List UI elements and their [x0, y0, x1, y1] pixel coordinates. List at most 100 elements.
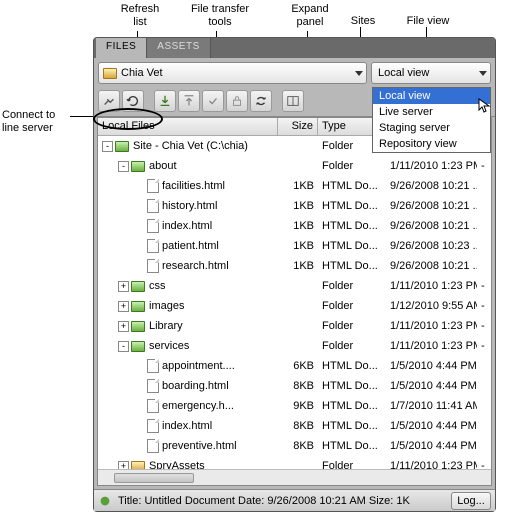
file-name: images: [149, 300, 184, 312]
table-row[interactable]: +LibraryFolder1/11/2010 1:23 PM-: [98, 316, 491, 336]
table-row[interactable]: emergency.h...9KBHTML Do...1/7/2010 11:4…: [98, 396, 491, 416]
expand-icon[interactable]: +: [118, 461, 129, 470]
cell-size: 1KB: [278, 240, 318, 252]
col-header-size[interactable]: Size: [278, 118, 318, 135]
col-header-name[interactable]: Local Files: [98, 118, 278, 135]
collapse-icon[interactable]: -: [118, 341, 129, 352]
cell-check: -: [477, 340, 491, 352]
expand-icon[interactable]: +: [118, 321, 129, 332]
cell-mod: 1/5/2010 4:44 PM: [386, 440, 477, 452]
cell-type: HTML Do...: [318, 240, 386, 252]
plug-icon: [102, 94, 116, 108]
table-row[interactable]: index.html8KBHTML Do...1/5/2010 4:44 PM: [98, 416, 491, 436]
cell-check: -: [477, 280, 491, 292]
twisty-spacer: [134, 381, 145, 392]
table-row[interactable]: research.html1KBHTML Do...9/26/2008 10:2…: [98, 256, 491, 276]
file-name: emergency.h...: [162, 400, 234, 412]
table-row[interactable]: facilities.html 1KBHTML Do...9/26/2008 10…: [98, 176, 491, 196]
collapse-icon[interactable]: -: [102, 141, 113, 152]
table-row[interactable]: -servicesFolder1/11/2010 1:23 PM-: [98, 336, 491, 356]
table-row[interactable]: +cssFolder1/11/2010 1:23 PM-: [98, 276, 491, 296]
table-row[interactable]: patient.html1KBHTML Do...9/26/2008 10:23…: [98, 236, 491, 256]
cell-type: HTML Do...: [318, 180, 386, 192]
cell-type: Folder: [318, 300, 386, 312]
twisty-spacer: [134, 201, 145, 212]
cell-size: 1KB: [278, 180, 318, 192]
refresh-button[interactable]: [122, 90, 144, 112]
connect-button[interactable]: [98, 90, 120, 112]
expand-icon[interactable]: +: [118, 281, 129, 292]
file-name: history.html: [162, 200, 217, 212]
annotation-sites: Sites: [343, 14, 383, 27]
document-icon: [147, 379, 159, 393]
folder-icon: [131, 461, 145, 470]
expand-panel-button[interactable]: [282, 90, 304, 112]
sync-icon: [254, 94, 268, 108]
dropdown-item[interactable]: Staging server: [373, 120, 490, 136]
cell-size: 8KB: [278, 420, 318, 432]
cell-mod: 9/26/2008 10:21 ...: [386, 180, 477, 192]
collapse-icon[interactable]: -: [118, 161, 129, 172]
site-name: Chia Vet: [121, 67, 163, 79]
table-row[interactable]: boarding.html8KBHTML Do...1/5/2010 4:44 …: [98, 376, 491, 396]
sync-button[interactable]: [250, 90, 272, 112]
panel-tab-bar: FILES ASSETS: [94, 38, 495, 58]
table-row[interactable]: index.html1KBHTML Do...9/26/2008 10:21 .…: [98, 216, 491, 236]
cell-check: -: [477, 300, 491, 312]
expand-icon[interactable]: +: [118, 301, 129, 312]
tab-files[interactable]: FILES: [96, 38, 147, 58]
scrollbar-thumb[interactable]: [114, 473, 194, 483]
cell-type: HTML Do...: [318, 260, 386, 272]
table-row[interactable]: +SpryAssetsFolder1/11/2010 1:23 PM-: [98, 456, 491, 469]
log-button[interactable]: Log...: [451, 492, 491, 510]
site-selector[interactable]: Chia Vet: [98, 62, 367, 84]
view-dropdown[interactable]: Local view Live server Staging server Re…: [372, 87, 491, 153]
annotation-connect: Connect toline server: [2, 108, 90, 134]
view-selector[interactable]: Local view: [371, 62, 491, 84]
chevron-down-icon: [479, 71, 487, 76]
checkout-button[interactable]: [202, 90, 224, 112]
cell-type: Folder: [318, 460, 386, 469]
download-icon: [158, 94, 172, 108]
cell-size: 1KB: [278, 200, 318, 212]
annotation-transfer: File transfertools: [180, 2, 260, 28]
file-name: css: [149, 280, 166, 292]
table-row[interactable]: +imagesFolder1/12/2010 9:55 AM-: [98, 296, 491, 316]
put-button[interactable]: [178, 90, 200, 112]
file-name: about: [149, 160, 177, 172]
files-panel: FILES ASSETS Chia Vet Local view: [93, 37, 496, 512]
document-icon: [147, 179, 159, 193]
dropdown-item[interactable]: Live server: [373, 104, 490, 120]
cell-type: Folder: [318, 320, 386, 332]
tab-assets[interactable]: ASSETS: [147, 38, 210, 58]
cell-mod: 1/5/2010 4:44 PM: [386, 420, 477, 432]
file-name: patient.html: [162, 240, 219, 252]
cell-mod: 9/26/2008 10:21 ...: [386, 200, 477, 212]
table-row[interactable]: preventive.html8KBHTML Do...1/5/2010 4:4…: [98, 436, 491, 456]
table-row[interactable]: appointment....6KBHTML Do...1/5/2010 4:4…: [98, 356, 491, 376]
get-button[interactable]: [154, 90, 176, 112]
document-icon: [147, 399, 159, 413]
file-name: Library: [149, 320, 183, 332]
document-icon: [147, 239, 159, 253]
cell-type: HTML Do...: [318, 440, 386, 452]
cell-check: -: [477, 160, 491, 172]
table-row[interactable]: history.html1KBHTML Do...9/26/2008 10:21…: [98, 196, 491, 216]
status-bar: Title: Untitled Document Date: 9/26/2008…: [94, 489, 495, 511]
file-list-body[interactable]: -Site - Chia Vet (C:\chia)Folder1/12/201…: [98, 136, 491, 469]
cell-mod: 9/26/2008 10:21 ...: [386, 260, 477, 272]
file-list: Local Files Size Type Mod -Site - Chia V…: [97, 117, 492, 486]
lock-icon: [230, 94, 244, 108]
twisty-spacer: [134, 241, 145, 252]
checkin-button[interactable]: [226, 90, 248, 112]
dropdown-item[interactable]: Local view: [373, 88, 490, 104]
table-row[interactable]: -aboutFolder1/11/2010 1:23 PM-: [98, 156, 491, 176]
annotation-fileview: File view: [398, 14, 458, 27]
twisty-spacer: [134, 441, 145, 452]
dropdown-item[interactable]: Repository view: [373, 136, 490, 152]
cell-type: Folder: [318, 280, 386, 292]
expand-icon: [286, 94, 300, 108]
twisty-spacer: [134, 261, 145, 272]
horizontal-scrollbar[interactable]: [98, 469, 491, 485]
file-name: facilities.html: [162, 180, 225, 192]
